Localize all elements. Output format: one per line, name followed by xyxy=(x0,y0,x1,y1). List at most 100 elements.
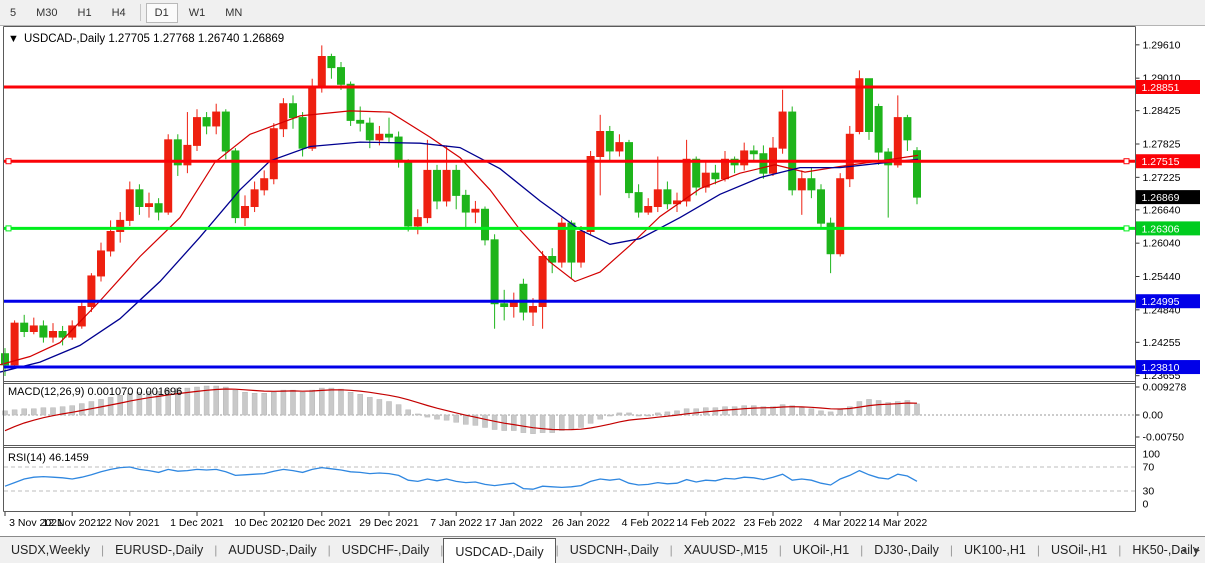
tab-usoil-h1[interactable]: USOil-,H1 xyxy=(1040,537,1118,563)
y-axis-label: 1.29610 xyxy=(1143,39,1181,51)
candle xyxy=(376,134,383,140)
tab-scroll-left-icon[interactable]: ◂ xyxy=(1181,545,1186,556)
tab-usdchf-daily[interactable]: USDCHF-,Daily xyxy=(331,537,441,563)
macd-histogram-bar xyxy=(425,415,430,417)
candle xyxy=(472,209,479,212)
candle xyxy=(242,207,249,218)
x-axis-label: 29 Dec 2021 xyxy=(359,517,419,529)
macd-histogram-bar xyxy=(876,401,881,415)
tab-dj30-daily[interactable]: DJ30-,Daily xyxy=(863,537,950,563)
candle xyxy=(837,179,844,254)
macd-axis-label: 0.009278 xyxy=(1143,382,1187,394)
macd-histogram-bar xyxy=(828,412,833,415)
candle xyxy=(395,137,402,162)
candle xyxy=(779,112,786,148)
macd-histogram-bar xyxy=(387,402,392,415)
macd-histogram-bar xyxy=(454,415,459,422)
candle xyxy=(501,304,508,307)
macd-histogram-bar xyxy=(857,402,862,415)
toolbar-separator xyxy=(140,4,141,21)
tab-xauusd-m15[interactable]: XAUUSD-,M15 xyxy=(673,537,779,563)
candle xyxy=(309,87,316,148)
macd-histogram-bar xyxy=(108,397,113,415)
macd-histogram-bar xyxy=(588,415,593,423)
candle xyxy=(645,207,652,213)
macd-histogram-bar xyxy=(799,408,804,415)
y-axis-label: 1.26040 xyxy=(1143,238,1181,250)
macd-histogram-bar xyxy=(243,392,248,415)
candle xyxy=(798,179,805,190)
macd-histogram-bar xyxy=(531,415,536,434)
price-chart-canvas[interactable]: ▼USDCAD-,Daily 1.27705 1.27768 1.26740 1… xyxy=(0,26,1205,536)
candle xyxy=(693,159,700,187)
candle xyxy=(808,179,815,190)
tab-usdcad-daily[interactable]: USDCAD-,Daily xyxy=(443,538,555,563)
candle xyxy=(597,132,604,157)
candle xyxy=(347,84,354,120)
tab-usdcnh-daily[interactable]: USDCNH-,Daily xyxy=(559,537,670,563)
candle xyxy=(155,204,162,212)
candle xyxy=(270,129,277,179)
rsi-axis-label: 0 xyxy=(1143,499,1149,511)
price-badge-label: 1.24995 xyxy=(1142,296,1180,308)
candle xyxy=(21,323,28,331)
tab-eurusd-daily[interactable]: EURUSD-,Daily xyxy=(104,537,214,563)
x-axis-label: 1 Dec 2021 xyxy=(170,517,224,529)
timeframe-button-5[interactable]: 5 xyxy=(1,3,25,23)
macd-histogram-bar xyxy=(867,399,872,415)
candle xyxy=(626,143,633,193)
x-axis-label: 14 Feb 2022 xyxy=(676,517,735,529)
line-handle[interactable] xyxy=(1124,226,1129,231)
candle xyxy=(750,151,757,154)
candle xyxy=(491,240,498,304)
timeframe-button-h4[interactable]: H4 xyxy=(103,3,135,23)
macd-histogram-bar xyxy=(809,409,814,415)
timeframe-button-mn[interactable]: MN xyxy=(216,3,251,23)
x-axis-label: 23 Feb 2022 xyxy=(744,517,803,529)
macd-histogram-bar xyxy=(214,386,219,415)
candle xyxy=(194,118,201,146)
macd-histogram-bar xyxy=(223,387,228,415)
macd-histogram-bar xyxy=(271,392,276,415)
timeframe-button-m30[interactable]: M30 xyxy=(27,3,66,23)
tab-uk100-h1[interactable]: UK100-,H1 xyxy=(953,537,1037,563)
candle xyxy=(875,107,882,153)
macd-histogram-bar xyxy=(406,410,411,415)
line-handle[interactable] xyxy=(1124,159,1129,164)
x-axis-label: 10 Dec 2021 xyxy=(234,517,294,529)
macd-histogram-bar xyxy=(751,406,756,415)
rsi-axis-label: 30 xyxy=(1143,486,1155,498)
y-axis-label: 1.26640 xyxy=(1143,204,1181,216)
macd-histogram-bar xyxy=(915,404,920,415)
tab-usdx-weekly[interactable]: USDX,Weekly xyxy=(0,537,101,563)
candle xyxy=(290,104,297,118)
timeframe-button-h1[interactable]: H1 xyxy=(69,3,101,23)
macd-histogram-bar xyxy=(281,390,286,415)
macd-histogram-bar xyxy=(607,415,612,416)
macd-axis-label: 0.00 xyxy=(1143,410,1164,422)
macd-histogram-bar xyxy=(367,397,372,415)
macd-histogram-bar xyxy=(252,393,257,415)
tab-scroll-right-icon[interactable]: ▸ xyxy=(1195,545,1200,556)
macd-histogram-bar xyxy=(483,415,488,427)
line-handle[interactable] xyxy=(6,226,11,231)
candle xyxy=(443,170,450,201)
macd-histogram-bar xyxy=(291,390,296,415)
candle xyxy=(683,159,690,201)
macd-histogram-bar xyxy=(665,412,670,415)
tab-ukoil-h1[interactable]: UKOil-,H1 xyxy=(782,537,860,563)
macd-histogram-bar xyxy=(329,388,334,415)
price-badge-label: 1.27515 xyxy=(1142,156,1180,168)
candle xyxy=(366,123,373,140)
candle xyxy=(357,120,364,123)
line-handle[interactable] xyxy=(6,159,11,164)
timeframe-button-w1[interactable]: W1 xyxy=(180,3,215,23)
macd-histogram-bar xyxy=(569,415,574,429)
timeframe-button-d1[interactable]: D1 xyxy=(146,3,178,23)
candle xyxy=(261,179,268,190)
macd-histogram-bar xyxy=(627,413,632,415)
candle xyxy=(606,132,613,151)
tab-audusd-daily[interactable]: AUDUSD-,Daily xyxy=(217,537,327,563)
rsi-axis-label: 70 xyxy=(1143,462,1155,474)
chart-dropdown-icon[interactable]: ▼ xyxy=(8,33,19,45)
